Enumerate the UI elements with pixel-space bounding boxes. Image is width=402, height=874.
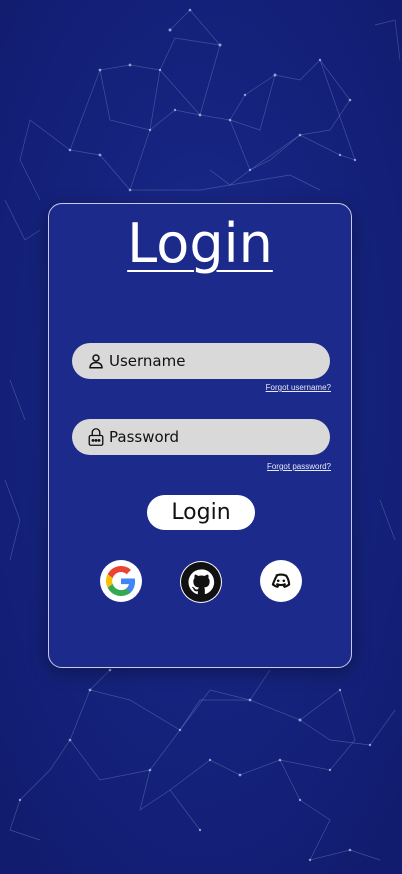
password-input[interactable] bbox=[109, 428, 309, 446]
github-icon bbox=[181, 562, 221, 602]
github-login-button[interactable] bbox=[180, 561, 222, 603]
page-title: Login bbox=[127, 212, 273, 275]
forgot-password-link[interactable]: Forgot password? bbox=[267, 462, 331, 471]
discord-login-button[interactable] bbox=[260, 560, 302, 602]
username-input[interactable] bbox=[109, 352, 309, 370]
google-icon bbox=[106, 566, 136, 596]
username-field[interactable] bbox=[72, 343, 330, 379]
google-login-button[interactable] bbox=[100, 560, 142, 602]
discord-icon bbox=[271, 573, 291, 588]
login-button[interactable]: Login bbox=[147, 495, 255, 530]
password-field[interactable] bbox=[72, 419, 330, 455]
lock-icon bbox=[86, 427, 106, 447]
login-card: Login Forgot username? Forgot password? … bbox=[48, 203, 352, 668]
user-icon bbox=[86, 351, 106, 371]
forgot-username-link[interactable]: Forgot username? bbox=[266, 383, 331, 392]
